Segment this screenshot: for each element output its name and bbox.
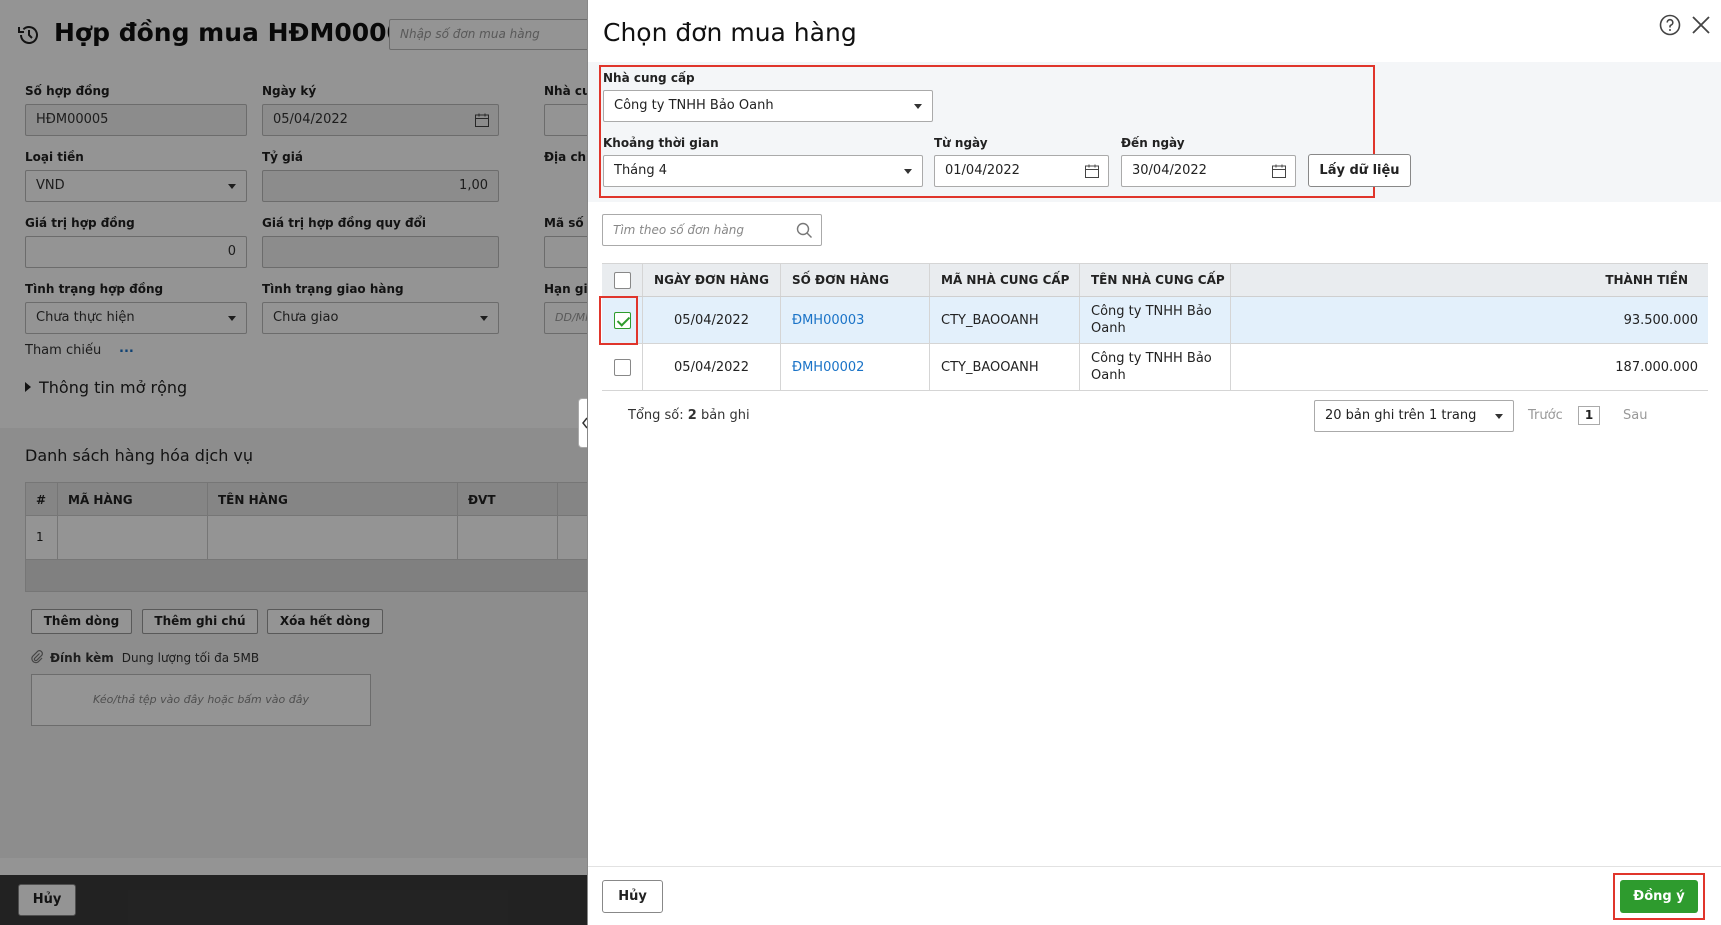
page-number[interactable]: 1: [1578, 406, 1600, 425]
footer-divider: [588, 866, 1721, 867]
row-amount: 93.500.000: [1623, 312, 1698, 328]
ok-button[interactable]: Đồng ý: [1620, 880, 1698, 913]
next-page-button[interactable]: Sau: [1623, 408, 1647, 423]
col-order-no[interactable]: SỐ ĐƠN HÀNG: [781, 264, 930, 296]
from-date-value: 01/04/2022: [945, 163, 1020, 178]
calendar-icon[interactable]: [1271, 163, 1287, 179]
period-label: Khoảng thời gian: [603, 136, 719, 150]
col-supplier-name[interactable]: TÊN NHÀ CUNG CẤP: [1080, 264, 1231, 296]
col-supplier-code[interactable]: MÃ NHÀ CUNG CẤP: [930, 264, 1080, 296]
row-checkbox[interactable]: [613, 358, 631, 376]
record-total: Tổng số: 2 bản ghi: [628, 408, 750, 423]
row-supplier-name: Công ty TNHH Bảo Oanh: [1080, 344, 1231, 390]
dialog-title: Chọn đơn mua hàng: [603, 18, 857, 47]
select-all-cell: [602, 264, 643, 296]
fetch-data-button[interactable]: Lấy dữ liệu: [1308, 154, 1411, 187]
table-row[interactable]: 05/04/2022 ĐMH00003 CTY_BAOOANH Công ty …: [602, 297, 1708, 344]
chevron-down-icon: [1495, 414, 1503, 419]
total-count: 2: [687, 408, 697, 423]
to-date-value: 30/04/2022: [1132, 163, 1207, 178]
period-value: Tháng 4: [614, 163, 668, 178]
help-icon[interactable]: [1659, 14, 1681, 36]
to-date-input[interactable]: 30/04/2022: [1121, 155, 1296, 187]
calendar-icon[interactable]: [1084, 163, 1100, 179]
row-order-date: 05/04/2022: [643, 344, 781, 390]
col-order-date[interactable]: NGÀY ĐƠN HÀNG: [643, 264, 781, 296]
row-supplier-code: CTY_BAOOANH: [930, 344, 1080, 390]
row-supplier-name: Công ty TNHH Bảo Oanh: [1080, 297, 1231, 343]
total-suffix: bản ghi: [700, 408, 750, 423]
page-size-select[interactable]: 20 bản ghi trên 1 trang: [1314, 400, 1514, 432]
period-select[interactable]: Tháng 4: [603, 155, 923, 187]
supplier-label: Nhà cung cấp: [603, 71, 695, 85]
chevron-down-icon: [914, 104, 922, 109]
row-amount: 187.000.000: [1615, 359, 1698, 375]
select-all-checkbox[interactable]: [613, 271, 631, 289]
close-icon[interactable]: [1690, 14, 1712, 36]
col-amount[interactable]: THÀNH TIỀN: [1231, 264, 1708, 296]
supplier-select[interactable]: Công ty TNHH Bảo Oanh: [603, 90, 933, 122]
checkbox-highlight: [599, 296, 638, 345]
purchase-order-table: NGÀY ĐƠN HÀNG SỐ ĐƠN HÀNG MÃ NHÀ CUNG CẤ…: [602, 263, 1708, 391]
from-date-input[interactable]: 01/04/2022: [934, 155, 1109, 187]
select-purchase-order-dialog: Chọn đơn mua hàng Nhà cung cấp Công ty T…: [587, 0, 1721, 925]
from-date-label: Từ ngày: [934, 136, 988, 150]
table-row[interactable]: 05/04/2022 ĐMH00002 CTY_BAOOANH Công ty …: [602, 344, 1708, 391]
row-order-date: 05/04/2022: [643, 297, 781, 343]
prev-page-button[interactable]: Trước: [1528, 408, 1563, 423]
chevron-down-icon: [904, 169, 912, 174]
to-date-label: Đến ngày: [1121, 136, 1185, 150]
total-prefix: Tổng số:: [628, 408, 684, 423]
supplier-value: Công ty TNHH Bảo Oanh: [614, 98, 774, 113]
row-order-no-link[interactable]: ĐMH00003: [781, 297, 930, 343]
row-select-cell: [602, 344, 643, 390]
page-size-value: 20 bản ghi trên 1 trang: [1325, 408, 1477, 423]
order-search-input[interactable]: Tìm theo số đơn hàng: [602, 214, 822, 246]
row-order-no-link[interactable]: ĐMH00002: [781, 344, 930, 390]
search-icon[interactable]: [796, 222, 813, 239]
order-search-placeholder: Tìm theo số đơn hàng: [613, 223, 744, 237]
table-header: NGÀY ĐƠN HÀNG SỐ ĐƠN HÀNG MÃ NHÀ CUNG CẤ…: [602, 263, 1708, 297]
cancel-button[interactable]: Hủy: [602, 880, 663, 913]
row-supplier-code: CTY_BAOOANH: [930, 297, 1080, 343]
